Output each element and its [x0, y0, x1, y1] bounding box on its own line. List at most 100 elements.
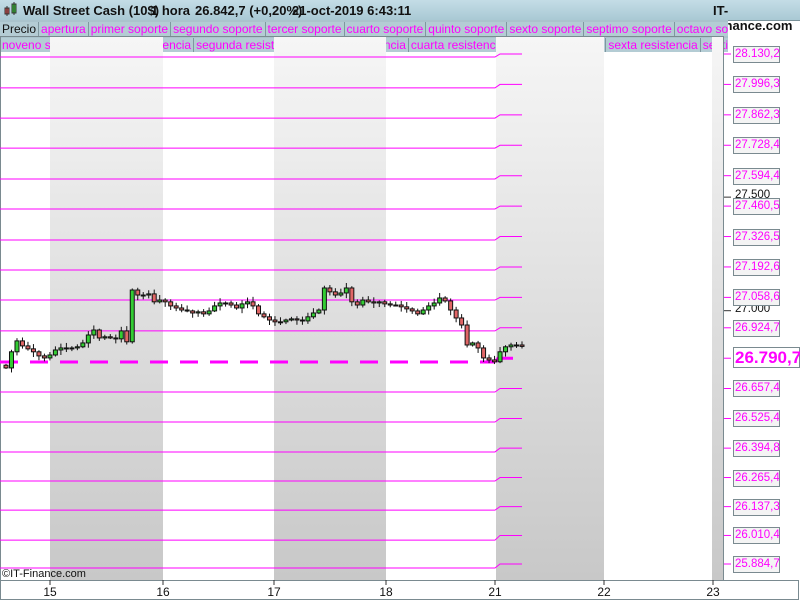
- candle-up: [514, 344, 520, 347]
- time-axis: [0, 580, 799, 600]
- candle-down: [464, 324, 470, 346]
- candle-up: [239, 303, 245, 309]
- candle-up: [437, 297, 443, 304]
- legend-item[interactable]: apertura: [39, 22, 89, 36]
- timeframe[interactable]: 1 hora: [151, 3, 190, 18]
- candle-up: [206, 310, 212, 315]
- candle-down: [442, 297, 448, 302]
- x-tick-label: 18: [379, 585, 393, 599]
- legend-item[interactable]: octavo soporte: [674, 22, 728, 36]
- level-label: 27.594,4: [733, 167, 780, 185]
- candle-up: [288, 318, 294, 321]
- legend-item[interactable]: septimo soporte: [584, 22, 675, 36]
- candle-down: [201, 311, 207, 315]
- candle-down: [261, 313, 267, 318]
- candle-up: [508, 344, 514, 348]
- level-label: 26.525,4: [733, 410, 780, 428]
- level-label: 27.996,3: [733, 76, 780, 94]
- candle-down: [135, 289, 141, 296]
- candle-down: [481, 347, 487, 359]
- candle-up: [129, 289, 135, 343]
- legend-item[interactable]: quinto soporte: [426, 22, 508, 36]
- candle-up: [316, 309, 322, 314]
- candle-up: [102, 336, 108, 339]
- candle-down: [151, 293, 157, 303]
- candle-up: [360, 299, 366, 306]
- candle-down: [168, 301, 174, 307]
- x-tick-label: 17: [267, 585, 281, 599]
- candle-down: [124, 330, 130, 343]
- last-price: 26.842,7 (+0,20%): [195, 3, 303, 18]
- candle-down: [371, 301, 377, 304]
- candle-down: [107, 336, 113, 339]
- candle-down: [299, 319, 305, 322]
- candle-down: [332, 291, 338, 296]
- instrument-name: Wall Street Cash (10$): [23, 3, 160, 18]
- x-tick-label: 21: [488, 585, 502, 599]
- title-bar: Wall Street Cash (10$) 1 hora 26.842,7 (…: [0, 0, 800, 33]
- candle-down: [173, 305, 179, 309]
- candle-up: [426, 305, 432, 311]
- candle-up: [47, 354, 53, 359]
- level-label: 26.137,3: [733, 498, 780, 516]
- candle-down: [36, 351, 42, 357]
- legend-item[interactable]: cuarto soporte: [344, 22, 427, 36]
- candle-up: [91, 329, 97, 336]
- level-label: 27.862,3: [733, 106, 780, 124]
- candle-up: [195, 311, 201, 314]
- level-label: 26.394,8: [733, 440, 780, 458]
- candle-up: [74, 346, 80, 349]
- legend-item[interactable]: tercer soporte: [265, 22, 345, 36]
- candle-down: [354, 301, 360, 306]
- session-shade: [712, 36, 723, 580]
- candle-down: [190, 310, 196, 314]
- candle-up: [420, 309, 426, 315]
- candle-up: [212, 305, 218, 312]
- level-label: 27.192,6: [733, 258, 780, 276]
- candle-up: [69, 347, 75, 350]
- candle-down: [234, 304, 240, 309]
- x-tick-label: 22: [597, 585, 611, 599]
- legend-row-1: Precio apertura primer soporte segundo sopo…: [0, 20, 728, 36]
- candle-down: [382, 301, 388, 305]
- level-label: 26.265,4: [733, 469, 780, 487]
- candle-up: [140, 294, 146, 297]
- candle-up: [63, 347, 69, 350]
- legend-item[interactable]: sexto soporte: [507, 22, 585, 36]
- candle-up: [321, 287, 327, 311]
- current-price-label: 26.790,7: [733, 347, 800, 369]
- candle-down: [250, 301, 256, 307]
- level-label: 26.010,4: [733, 527, 780, 545]
- candle-down: [96, 329, 102, 339]
- legend-item[interactable]: Precio: [0, 22, 40, 36]
- candle-up: [157, 299, 163, 303]
- candle-up: [343, 287, 349, 294]
- candle-down: [492, 359, 498, 363]
- candle-down: [459, 317, 465, 326]
- candle-up: [223, 302, 229, 305]
- candle-up: [85, 334, 91, 344]
- level-label: 27.728,4: [733, 137, 780, 155]
- candle-down: [179, 307, 185, 311]
- datetime: 21-oct-2019 6:43:11: [292, 3, 412, 18]
- x-tick-label: 16: [156, 585, 170, 599]
- legend-item[interactable]: primer soporte: [88, 22, 172, 36]
- candle-up: [146, 293, 152, 296]
- candle-down: [387, 303, 393, 306]
- candle-up: [503, 346, 509, 353]
- candle-down: [113, 337, 119, 340]
- candle-down: [266, 316, 272, 321]
- candle-up: [393, 304, 399, 307]
- candle-down: [398, 304, 404, 308]
- candle-up: [245, 301, 251, 305]
- candle-down: [349, 287, 355, 303]
- candle-down: [256, 305, 262, 315]
- candle-up: [14, 340, 20, 353]
- copyright: ©IT-Finance.com: [2, 568, 86, 580]
- candle-down: [519, 344, 525, 347]
- candle-up: [497, 351, 503, 363]
- candle-up: [80, 342, 86, 348]
- price-chart[interactable]: [0, 36, 800, 600]
- legend-item[interactable]: segundo soporte: [171, 22, 266, 36]
- candle-up: [470, 342, 476, 346]
